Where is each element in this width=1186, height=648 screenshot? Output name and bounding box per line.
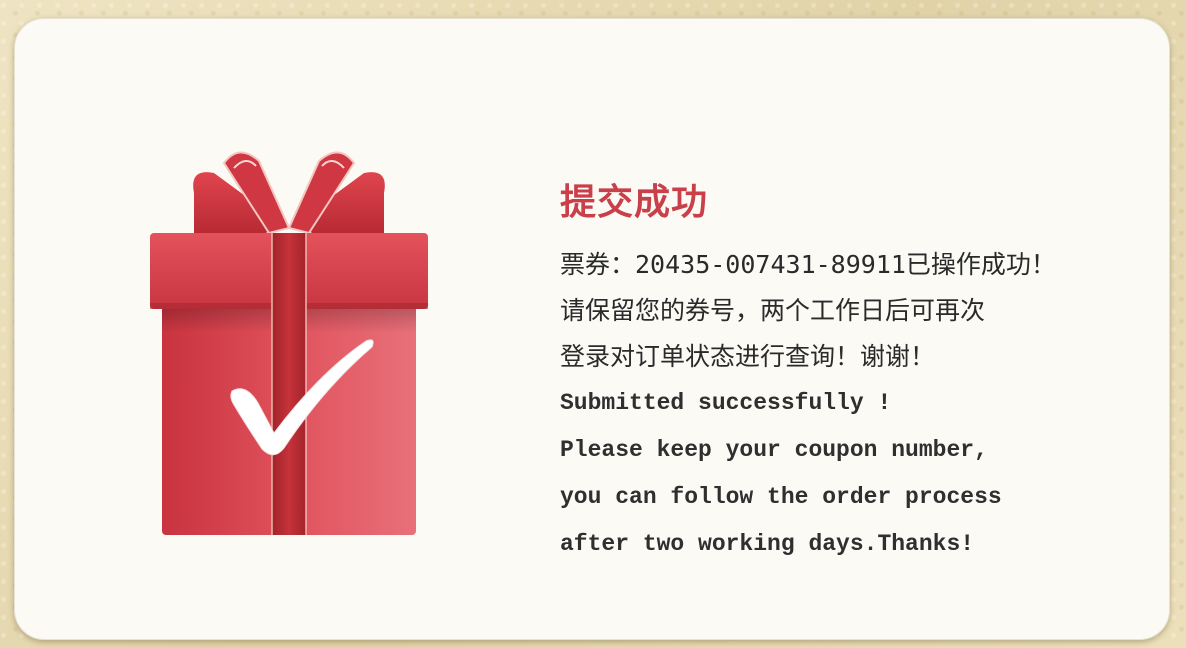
gift-box-icon [134, 133, 444, 543]
message-en-line: after two working days.Thanks! [560, 531, 975, 557]
message-en-line: Please keep your coupon number, [560, 437, 988, 463]
message-cn-line: 请保留您的券号，两个工作日后可再次 [560, 296, 986, 325]
message-en-line: you can follow the order process [560, 484, 1002, 510]
message-cn-line: 登录对订单状态进行查询！谢谢！ [560, 342, 936, 371]
success-dialog: 提交成功 票券：20435-007431-89911已操作成功！ 请保留您的券号… [14, 18, 1170, 640]
message-block: 提交成功 票券：20435-007431-89911已操作成功！ 请保留您的券号… [560, 178, 1160, 568]
message-en-line: Submitted successfully ! [560, 390, 892, 416]
page-title: 提交成功 [560, 182, 709, 223]
message-cn-line: 票券：20435-007431-89911已操作成功！ [560, 250, 1056, 279]
